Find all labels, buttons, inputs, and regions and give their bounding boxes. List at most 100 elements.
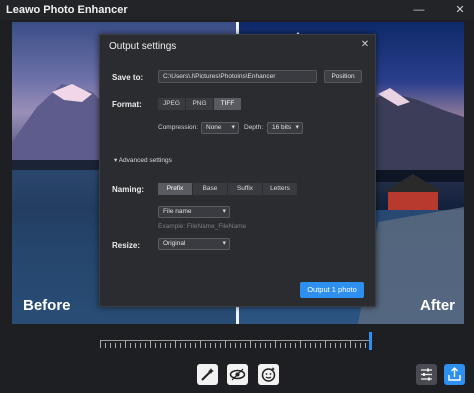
output-photo-button[interactable]: Output 1 photo [300,282,364,298]
slider-tick [285,343,286,348]
advanced-settings-toggle[interactable]: ▾ Advanced settings [114,156,172,164]
slider-tick [280,343,281,348]
slider-tick [265,343,266,348]
chevron-down-icon: ▾ [222,240,226,247]
naming-label: Naming: [112,185,144,194]
slider-tick [190,343,191,348]
slider-tick [350,340,351,348]
format-label: Format: [112,100,142,109]
slider-tick [290,343,291,348]
chevron-down-icon: ▾ [231,124,235,131]
slider-tick [295,343,296,348]
naming-tab-suffix[interactable]: Suffix [228,183,262,195]
slider-tick [120,343,121,348]
format-jpeg-button[interactable]: JPEG [158,98,185,110]
slider-tick [135,343,136,348]
dialog-close-icon[interactable]: ✕ [358,38,372,52]
close-icon[interactable]: ✕ [452,2,468,18]
slider-tick [300,340,301,348]
settings-sliders-icon [421,368,432,381]
naming-tab-prefix[interactable]: Prefix [158,183,192,195]
slider-tick [110,343,111,348]
slider-tick [320,343,321,348]
chevron-down-icon: ▾ [114,157,118,164]
slider-tick [185,343,186,348]
slider-tick [125,340,126,348]
slider-tick [235,343,236,348]
slider-tick [340,343,341,348]
dialog-title: Output settings [109,41,177,52]
slider-tick [270,343,271,348]
depth-value: 16 bits [272,124,292,131]
slider-thumb[interactable] [369,332,372,350]
compression-label: Compression: [158,124,199,131]
compression-select[interactable]: None ▾ [201,122,239,134]
slider-tick [115,343,116,348]
slider-tick [145,343,146,348]
slider-tick [215,343,216,348]
export-button[interactable] [444,364,465,385]
slider-tick [105,343,106,348]
eye-button[interactable] [227,364,248,385]
slider-tick [200,340,201,348]
resize-select[interactable]: Original ▾ [158,238,230,250]
slider-track [100,340,370,341]
slider-tick [205,343,206,348]
chevron-down-icon: ▾ [295,124,299,131]
output-settings-dialog: Output settings ✕ Save to: C:\Users\.l\P… [99,34,376,307]
settings-sliders-button[interactable] [416,364,437,385]
export-icon [448,367,461,381]
depth-select[interactable]: 16 bits ▾ [267,122,303,134]
slider-tick [240,343,241,348]
position-button[interactable]: Position [324,70,362,83]
compression-value: None [206,124,222,131]
slider-tick [100,340,101,348]
naming-tab-base[interactable]: Base [193,183,227,195]
slider-tick [230,343,231,348]
slider-tick [335,343,336,348]
face-enhance-icon [261,367,276,382]
magic-wand-button[interactable] [197,364,218,385]
minimize-icon[interactable]: — [411,2,427,18]
slider-tick [345,343,346,348]
slider-tick [360,343,361,348]
format-png-button[interactable]: PNG [186,98,213,110]
title-bar: Leawo Photo Enhancer — ✕ [0,0,474,20]
slider-tick [275,340,276,348]
slider-tick [260,343,261,348]
slider-tick [355,343,356,348]
eye-icon [229,368,246,381]
slider-tick [165,343,166,348]
face-enhance-button[interactable] [258,364,279,385]
depth-label: Depth: [244,124,264,131]
slider-tick [140,343,141,348]
naming-tab-letters[interactable]: Letters [263,183,297,195]
slider-tick [225,340,226,348]
slider-tick [195,343,196,348]
resize-label: Resize: [112,241,141,250]
format-tiff-button[interactable]: TIFF [214,98,241,110]
compare-slider[interactable] [100,332,372,350]
slider-tick [180,343,181,348]
slider-tick [325,340,326,348]
slider-tick [305,343,306,348]
slider-tick [310,343,311,348]
slider-tick [245,343,246,348]
before-label: Before [23,297,71,314]
chevron-down-icon: ▾ [222,208,226,215]
after-label: After [420,297,456,314]
naming-select[interactable]: File name ▾ [158,206,230,218]
save-to-label: Save to: [112,73,144,82]
slider-tick [315,343,316,348]
slider-tick [175,340,176,348]
slider-tick [155,343,156,348]
slider-tick [210,343,211,348]
advanced-settings-label: Advanced settings [118,157,172,164]
slider-tick [160,343,161,348]
magic-wand-icon [201,368,214,381]
slider-tick [330,343,331,348]
resize-value: Original [163,240,186,247]
slider-tick [170,343,171,348]
save-path-field[interactable]: C:\Users\.l\Pictures\Photoins\Enhancer [158,70,317,83]
slider-tick [220,343,221,348]
